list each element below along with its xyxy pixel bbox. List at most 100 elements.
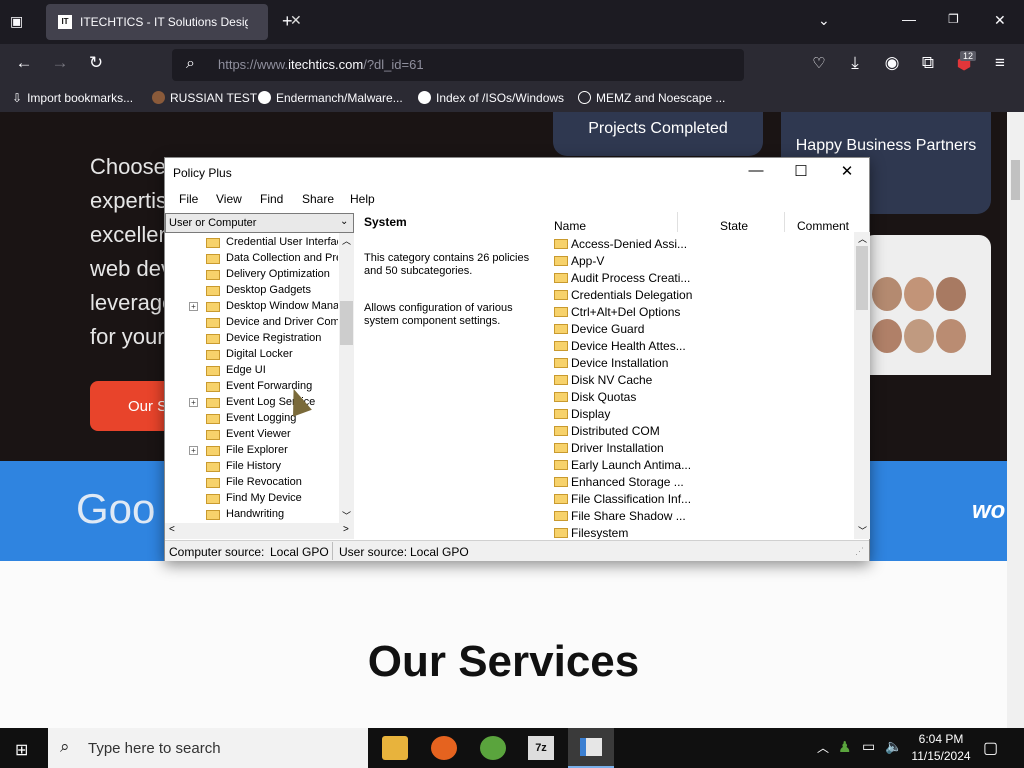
category-title: System	[364, 215, 407, 229]
tree-item-label: Device and Driver Comp	[226, 316, 338, 328]
minimize-icon[interactable]: —	[741, 162, 771, 179]
column-name[interactable]: Name	[554, 219, 586, 233]
menu-view[interactable]: View	[216, 192, 242, 206]
maximize-icon[interactable]: ☐	[786, 162, 816, 180]
tab-title: ITECHTICS - IT Solutions Design	[80, 15, 248, 29]
page-scrollbar[interactable]	[1007, 112, 1024, 728]
woo-logo-partial: wo	[972, 497, 1006, 524]
folder-icon	[206, 382, 220, 392]
notifications-icon[interactable]: ▢	[983, 738, 998, 758]
tree-item-label: Edge UI	[226, 364, 266, 376]
menu-share[interactable]: Share	[302, 192, 334, 206]
bookmark-import[interactable]: ⇩ Import bookmarks...	[12, 91, 133, 105]
folder-icon	[554, 443, 568, 453]
bookmark-icon	[152, 91, 165, 104]
file-explorer-icon[interactable]	[382, 736, 408, 760]
tab-list-icon[interactable]: ▣	[10, 13, 23, 30]
forward-icon[interactable]: →	[46, 53, 74, 73]
list-item-label: Disk NV Cache	[571, 373, 653, 387]
scroll-up-icon[interactable]: ︿	[342, 234, 351, 247]
extensions-icon[interactable]: ⧉	[914, 53, 942, 73]
menu-help[interactable]: Help	[350, 192, 375, 206]
folder-icon	[554, 324, 568, 334]
services-heading: Our Services	[367, 637, 640, 686]
close-window-icon[interactable]: ✕	[994, 12, 1006, 29]
url-bar[interactable]: ⌕ https://www.itechtics.com/?dl_id=61	[172, 49, 744, 81]
expand-icon[interactable]: +	[189, 302, 198, 311]
cta-button[interactable]: Our S	[90, 381, 170, 431]
folder-icon	[554, 528, 568, 538]
scroll-right-icon[interactable]: >	[343, 524, 349, 535]
avatar	[904, 277, 934, 311]
firefox-icon[interactable]	[431, 736, 457, 760]
column-divider	[784, 212, 785, 232]
7zip-icon[interactable]: 7z	[528, 736, 554, 760]
list-item-label: Distributed COM	[571, 424, 660, 438]
browser-tab[interactable]: IT ITECHTICS - IT Solutions Design ✕	[46, 4, 302, 40]
list-item-label: File Classification Inf...	[571, 492, 692, 506]
scrollbar-thumb[interactable]	[1011, 160, 1020, 200]
url-text: https://www.itechtics.com/?dl_id=61	[218, 57, 424, 72]
folder-icon	[206, 510, 220, 520]
bookmark-isos[interactable]: Index of /ISOs/Windows	[418, 91, 564, 105]
avatar	[936, 277, 966, 311]
folder-icon	[206, 302, 220, 312]
column-state[interactable]: State	[720, 219, 748, 233]
list-item-label: Filesystem	[571, 526, 629, 539]
tree-item-label: Find My Device	[226, 492, 302, 504]
clock-time[interactable]: 6:04 PM	[912, 732, 970, 746]
policy-list: Name State Comment Access-Denied Assi...…	[550, 212, 870, 539]
description-pane: System This category contains 26 policie…	[360, 212, 550, 539]
new-tab-icon[interactable]: +	[282, 11, 293, 32]
reload-icon[interactable]: ↻	[82, 53, 110, 73]
scrollbar-thumb[interactable]	[856, 246, 868, 310]
account-icon[interactable]: ◉	[878, 53, 906, 73]
chevron-down-icon: ⌄	[340, 216, 349, 227]
scrollbar-thumb[interactable]	[340, 301, 353, 345]
menu-icon[interactable]: ≡	[986, 53, 1014, 73]
volume-icon[interactable]: 🔈	[885, 738, 902, 755]
expand-icon[interactable]: +	[189, 398, 198, 407]
folder-icon	[554, 409, 568, 419]
clock-date[interactable]: 11/15/2024	[910, 749, 972, 763]
list-item-label: File Share Shadow ...	[571, 509, 686, 523]
menu-find[interactable]: Find	[260, 192, 283, 206]
extension-badge: 12	[960, 51, 977, 61]
scroll-down-icon[interactable]: ﹀	[858, 524, 867, 537]
users-icon[interactable]	[480, 736, 506, 760]
search-icon: ⌕	[60, 737, 70, 756]
bookmark-russian-test[interactable]: RUSSIAN TEST	[152, 91, 257, 105]
close-icon[interactable]: ✕	[832, 162, 862, 180]
pocket-icon[interactable]: ♡	[805, 54, 833, 72]
policy-source-select[interactable]: User or Computer ⌄	[165, 213, 354, 233]
scroll-left-icon[interactable]: <	[169, 524, 175, 535]
menu-file[interactable]: File	[179, 192, 198, 206]
expand-icon[interactable]: +	[189, 446, 198, 455]
list-item-label: Enhanced Storage ...	[571, 475, 684, 489]
minimize-icon[interactable]: —	[902, 11, 916, 27]
bookmark-memz[interactable]: MEMZ and Noescape ...	[578, 91, 725, 105]
stat-projects-completed: Projects Completed	[553, 112, 763, 156]
folder-icon	[206, 334, 220, 344]
tree-vertical-scrollbar[interactable]: ︿ ﹀	[339, 233, 354, 523]
policy-plus-task[interactable]	[568, 728, 614, 768]
folder-icon	[206, 270, 220, 280]
download-icon[interactable]: ⤓	[841, 53, 869, 73]
windows-start-icon[interactable]: ⊞	[15, 740, 28, 760]
list-vertical-scrollbar[interactable]: ︿ ﹀	[854, 232, 870, 539]
tree-horizontal-scrollbar[interactable]: < >	[165, 523, 354, 539]
column-comment[interactable]: Comment	[797, 219, 849, 233]
network-icon[interactable]: ▭	[862, 738, 875, 755]
bookmark-endermanch[interactable]: Endermanch/Malware...	[258, 91, 403, 105]
people-tray-icon[interactable]: ♟	[838, 738, 851, 756]
tree-item-label: Event Viewer	[226, 428, 291, 440]
resize-grip-icon[interactable]: ⋰	[855, 546, 864, 557]
restore-icon[interactable]: ❐	[948, 12, 959, 26]
scroll-up-icon[interactable]: ︿	[858, 232, 867, 245]
scroll-down-icon[interactable]: ﹀	[342, 509, 351, 522]
chevron-down-icon[interactable]: ⌄	[818, 12, 830, 29]
folder-icon	[206, 286, 220, 296]
back-icon[interactable]: ←	[10, 53, 38, 73]
taskbar-search[interactable]: ⌕ Type here to search	[48, 728, 368, 768]
chevron-up-icon[interactable]: ︿	[817, 739, 829, 756]
